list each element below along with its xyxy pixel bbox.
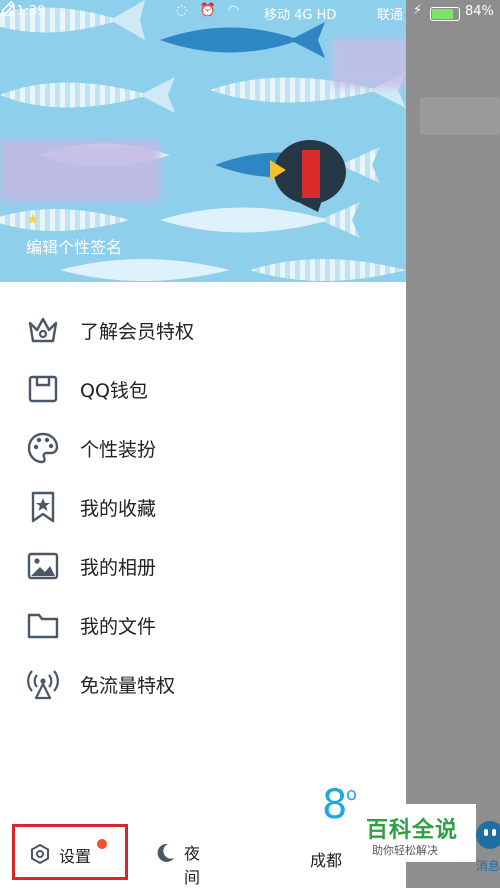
crown-icon <box>28 317 58 343</box>
watermark-subtitle: 助你轻松解决 <box>372 844 438 857</box>
charging-icon: ⚡ <box>413 3 423 18</box>
settings-button[interactable]: 设置 <box>12 824 128 880</box>
night-mode-label: 夜间 <box>184 844 201 887</box>
menu-item-label: 我的收藏 <box>80 498 157 520</box>
menu-item-vip-privileges[interactable]: 了解会员特权 <box>0 300 406 359</box>
city-name: 成都 <box>310 851 343 870</box>
menu-item-label: 了解会员特权 <box>80 321 195 343</box>
settings-hexagon-icon <box>31 843 49 865</box>
wallet-icon <box>28 375 58 403</box>
nickname-redacted <box>0 140 160 202</box>
antenna-icon <box>27 670 59 700</box>
message-bubble-icon <box>476 821 500 849</box>
settings-label: 设置 <box>59 847 92 866</box>
menu-item-label: 我的文件 <box>80 616 157 638</box>
drawer-bottom-bar: 设置 夜间 8 o 成都 <box>0 782 406 888</box>
photo-icon <box>27 552 59 580</box>
network-type: 移动 4G HD <box>264 8 337 23</box>
temperature-value: 8 <box>322 782 348 828</box>
drawer-menu: 了解会员特权 QQ钱包 个性装扮 我的收藏 我的相册 我的文件 免流量特权 <box>0 300 406 713</box>
menu-item-albums[interactable]: 我的相册 <box>0 536 406 595</box>
watermark-title: 百科全说 <box>366 818 459 843</box>
battery-fill <box>432 9 453 19</box>
account-id-redacted <box>332 38 406 88</box>
menu-item-favorites[interactable]: 我的收藏 <box>0 477 406 536</box>
battery-icon <box>430 7 460 21</box>
menu-item-label: 免流量特权 <box>80 675 176 697</box>
status-system-icons: ◌ ⏰ ◠ <box>176 3 244 18</box>
moon-icon <box>157 843 174 862</box>
menu-item-personalization[interactable]: 个性装扮 <box>0 418 406 477</box>
dimmed-main-screen[interactable] <box>406 0 500 888</box>
folder-icon <box>27 613 59 639</box>
carrier-name: 联通 <box>377 8 404 23</box>
watermark-logo: 百科全说 助你轻松解决 <box>360 804 476 862</box>
menu-item-label: 我的相册 <box>80 557 157 579</box>
status-bar: 21:39 ◌ ⏰ ◠ 移动 4G HD 联通 ⚡ 84% <box>0 0 500 26</box>
status-time: 21:39 <box>8 4 46 19</box>
menu-item-qq-wallet[interactable]: QQ钱包 <box>0 359 406 418</box>
edit-signature-link[interactable]: 编辑个性签名 <box>26 234 122 258</box>
notification-dot <box>97 839 107 849</box>
temperature-unit: o <box>346 784 358 805</box>
menu-item-label: QQ钱包 <box>80 380 148 402</box>
bookmark-star-icon <box>31 491 55 523</box>
profile-header[interactable]: ★ 编辑个性签名 <box>0 0 406 282</box>
menu-item-files[interactable]: 我的文件 <box>0 595 406 654</box>
search-bar-dimmed <box>420 97 500 135</box>
menu-item-free-data[interactable]: 免流量特权 <box>0 654 406 713</box>
side-drawer: ★ 编辑个性签名 了解会员特权 QQ钱包 个性装扮 我的收藏 我的相册 我的文件… <box>0 0 406 888</box>
menu-item-label: 个性装扮 <box>80 439 157 461</box>
palette-icon <box>27 432 59 464</box>
level-star-icon: ★ <box>26 210 40 228</box>
battery-percent: 84% <box>465 4 494 19</box>
messages-tab-label: 消息 <box>476 859 500 873</box>
